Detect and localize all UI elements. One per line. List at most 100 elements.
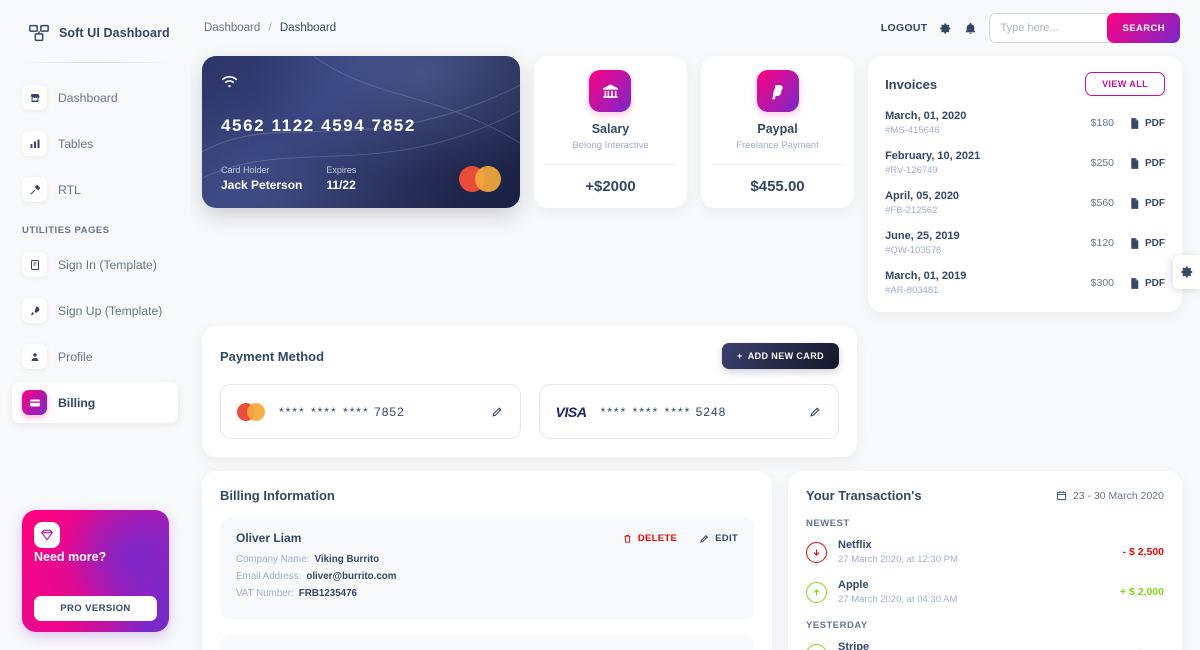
invoices-title: Invoices (885, 76, 938, 92)
invoice-pdf-button[interactable]: PDF (1128, 237, 1165, 250)
credit-card-icon (22, 390, 47, 415)
pdf-icon (1131, 197, 1139, 209)
invoice-pdf-button[interactable]: PDF (1128, 117, 1165, 130)
card-holder-label: Card Holder (221, 165, 270, 175)
card-expires-label: Expires (326, 165, 357, 175)
transaction-row: Apple 27 March 2020, at 04:30 AM + $ 2,0… (806, 579, 1164, 605)
pdf-icon (1131, 237, 1139, 249)
billing-company-line: Company Name: Viking Burrito (236, 554, 396, 565)
edit-button[interactable]: EDIT (699, 533, 738, 544)
rocket-icon (22, 298, 47, 323)
pdf-icon (1131, 277, 1139, 289)
last4-digits: 7852 (374, 404, 405, 419)
invoice-amount: $180 (1090, 117, 1114, 129)
breadcrumb-root[interactable]: Dashboard (204, 22, 260, 34)
settings-icon (22, 177, 47, 202)
divider (711, 164, 845, 165)
last4-digits: 5248 (695, 404, 727, 419)
card-number: 4562 1122 4594 7852 (221, 116, 416, 135)
invoice-pdf-button[interactable]: PDF (1128, 197, 1165, 210)
invoice-pdf-button[interactable]: PDF (1128, 277, 1165, 290)
invoice-amount: $250 (1090, 157, 1114, 169)
transaction-name: Netflix (838, 539, 872, 551)
wifi-icon (221, 73, 501, 95)
app-root: Soft UI Dashboard Dashboard Tables RTL U… (0, 0, 1200, 650)
transactions-group-label: NEWEST (806, 518, 850, 529)
billing-information-panel: Billing Information Oliver Liam Company … (202, 471, 772, 650)
arrow-up-icon (806, 581, 827, 603)
brand[interactable]: Soft UI Dashboard (0, 0, 190, 62)
transaction-name: Stripe (838, 641, 870, 650)
invoices-panel: Invoices VIEW ALL March, 01, 2020 #MS-41… (868, 56, 1182, 312)
summary-row: 4562 1122 4594 7852 Card Holder Jack Pet… (198, 56, 1186, 312)
table-icon (22, 131, 47, 156)
view-all-button[interactable]: VIEW ALL (1085, 72, 1165, 96)
brand-name: Soft UI Dashboard (59, 26, 170, 40)
pencil-icon[interactable] (491, 405, 504, 418)
invoice-date: March, 01, 2020 (885, 110, 967, 122)
search-input[interactable] (989, 13, 1112, 43)
visa-icon: VISA (555, 403, 587, 420)
sidebar-item-dashboard[interactable]: Dashboard (12, 77, 178, 118)
payment-card-number: **** **** **** 5248 (601, 405, 727, 419)
plus-icon: + (737, 351, 743, 361)
pencil-icon (700, 535, 709, 543)
sidebar-item-sign-in[interactable]: Sign In (Template) (12, 244, 178, 285)
billing-email-line: Email Address: oliver@burrito.com (236, 571, 396, 582)
transaction-time: 27 March 2020, at 12:30 PM (838, 554, 958, 565)
delete-button[interactable]: DELETE (622, 533, 677, 544)
transactions-date-range[interactable]: 23 - 30 March 2020 (1056, 490, 1164, 502)
invoice-amount: $300 (1090, 277, 1114, 289)
trash-icon (624, 534, 631, 543)
payment-card-visa[interactable]: VISA **** **** **** 5248 (538, 384, 839, 439)
paypal-icon (756, 70, 799, 112)
summary-card-amount: $455.00 (750, 178, 805, 195)
promo-card: Need more? PRO VERSION (22, 510, 169, 632)
pencil-icon[interactable] (809, 405, 822, 418)
sidebar-item-tables[interactable]: Tables (12, 123, 178, 164)
invoice-row: March, 01, 2019 #AR-803481 $300 PDF (885, 270, 1165, 296)
card-footer: Card Holder Jack Peterson Expires 11/22 (221, 165, 501, 192)
bell-icon[interactable] (964, 22, 977, 35)
transaction-name: Apple (838, 579, 869, 591)
sidebar-item-label: Billing (58, 395, 96, 410)
shop-icon (22, 85, 47, 110)
payment-method-title: Payment Method (220, 348, 325, 364)
pdf-label: PDF (1145, 117, 1165, 129)
topbar-actions: LOGOUT SEARCH (881, 13, 1180, 43)
gear-icon[interactable] (939, 22, 952, 35)
billing-title: Billing Information (220, 488, 335, 503)
invoice-date: February, 10, 2021 (885, 150, 981, 162)
payment-card-mastercard[interactable]: **** **** **** 7852 (220, 384, 521, 439)
payment-method-panel: Payment Method + ADD NEW CARD **** **** … (202, 326, 857, 457)
sidebar-item-profile[interactable]: Profile (12, 336, 178, 377)
sidebar: Soft UI Dashboard Dashboard Tables RTL U… (0, 0, 190, 650)
invoice-id: #AR-803481 (885, 285, 939, 296)
divider (543, 164, 677, 165)
payment-method-header: Payment Method + ADD NEW CARD (220, 343, 839, 369)
breadcrumb-current: Dashboard (279, 22, 337, 34)
masked-digits: **** **** **** (279, 404, 370, 419)
logout-button[interactable]: LOGOUT (881, 22, 928, 34)
settings-fab-button[interactable] (1173, 255, 1200, 289)
pro-version-button[interactable]: PRO VERSION (34, 596, 157, 621)
profile-icon (22, 344, 47, 369)
transactions-title: Your Transaction's (806, 488, 922, 503)
breadcrumb-separator: / (268, 22, 272, 34)
sidebar-item-billing[interactable]: Billing (12, 382, 178, 423)
summary-card-title: Paypal (757, 122, 798, 136)
sidebar-item-sign-up[interactable]: Sign Up (Template) (12, 290, 178, 331)
sidebar-item-label: Tables (58, 136, 94, 151)
transaction-amount: - $ 2,500 (1122, 546, 1164, 558)
delete-label: DELETE (637, 533, 678, 544)
invoice-date: March, 01, 2019 (885, 270, 967, 282)
sidebar-item-rtl[interactable]: RTL (12, 169, 178, 210)
summary-card-subtitle: Freelance Payment (736, 140, 819, 151)
search-button[interactable]: SEARCH (1107, 13, 1180, 43)
summary-card-salary: Salary Belong Interactive +$2000 (533, 56, 687, 208)
sidebar-divider (18, 62, 172, 63)
add-new-card-button[interactable]: + ADD NEW CARD (722, 343, 839, 369)
transaction-time: 27 March 2020, at 04:30 AM (838, 594, 958, 605)
invoice-pdf-button[interactable]: PDF (1128, 157, 1165, 170)
sidebar-item-label: Profile (58, 349, 93, 364)
